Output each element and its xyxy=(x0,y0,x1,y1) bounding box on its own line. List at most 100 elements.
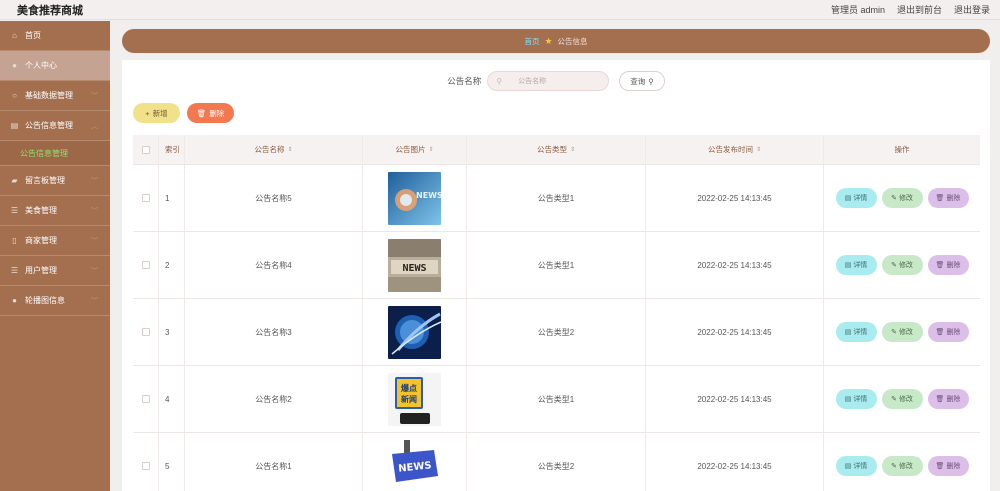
edit-button[interactable]: ✎ 修改 xyxy=(881,188,923,208)
pencil-icon: ✎ xyxy=(891,195,897,202)
notice-thumbnail[interactable] xyxy=(388,305,441,359)
trash-icon: 🗑 xyxy=(935,463,945,470)
top-bar: 美食推荐商城 管理员 admin 退出到前台 退出登录 xyxy=(0,0,1000,20)
edit-button-label: 修改 xyxy=(898,262,913,269)
sidebar-item-notice[interactable]: ▤ 公告信息管理 ︿ xyxy=(0,111,110,141)
row-image-cell: NEWS xyxy=(363,232,467,298)
notice-thumbnail[interactable]: NEWS xyxy=(388,171,441,225)
select-all-checkbox[interactable] xyxy=(141,145,150,154)
search-icon: ⚲ xyxy=(648,76,654,86)
notice-thumbnail[interactable]: NEWS xyxy=(388,238,441,292)
row-name: 公告名称3 xyxy=(185,299,363,365)
sidebar-item-profile[interactable]: ● 个人中心 xyxy=(0,51,110,81)
row-type: 公告类型1 xyxy=(467,165,646,231)
row-name: 公告名称5 xyxy=(185,165,363,231)
search-button[interactable]: 查询 ⚲ xyxy=(619,71,665,91)
chevron-down-icon: ﹀ xyxy=(91,93,98,100)
sort-icon: ⇕ xyxy=(569,147,576,153)
pencil-icon: ✎ xyxy=(891,396,897,403)
breadcrumb-current: 公告信息 xyxy=(557,36,588,46)
carousel-icon: ● xyxy=(12,296,17,305)
notice-icon: ▤ xyxy=(10,121,19,130)
star-icon: ★ xyxy=(544,35,553,46)
row-checkbox[interactable] xyxy=(141,462,150,470)
edit-button[interactable]: ✎ 修改 xyxy=(881,255,923,275)
row-checkbox[interactable] xyxy=(141,194,150,202)
header-name[interactable]: 公告名称 ⇕ xyxy=(185,135,363,164)
row-type: 公告类型1 xyxy=(467,366,646,432)
batch-delete-button[interactable]: 🗑 删除 xyxy=(187,103,234,123)
row-checkbox-cell xyxy=(133,232,159,298)
header-index-label: 索引 xyxy=(165,145,180,154)
notice-thumbnail[interactable]: NEWS xyxy=(388,439,441,491)
chevron-down-icon: ﹀ xyxy=(91,208,98,215)
exit-front-link[interactable]: 退出到前台 xyxy=(897,3,942,16)
row-ops: ▤ 详情 ✎ 修改 🗑 删除 xyxy=(824,366,980,432)
row-name: 公告名称4 xyxy=(185,232,363,298)
doc-icon: ▤ xyxy=(844,195,852,202)
notice-table: 索引 公告名称 ⇕ 公告图片 ⇕ 公告类型 ⇕ 公告发布时间 ⇕ 操作 1 公告名称5 … xyxy=(133,135,980,491)
detail-button[interactable]: ▤ 详情 xyxy=(835,255,877,275)
header-ops-label: 操作 xyxy=(894,145,910,154)
row-image-cell: NEWS xyxy=(363,433,467,491)
row-checkbox-cell xyxy=(133,366,159,432)
search-label: 公告名称 xyxy=(447,76,482,86)
pencil-icon: ✎ xyxy=(891,262,897,269)
table-row: 5 公告名称1 NEWS 公告类型2 2022-02-25 14:13:45 ▤… xyxy=(133,433,980,491)
logout-link[interactable]: 退出登录 xyxy=(954,3,990,16)
header-time[interactable]: 公告发布时间 ⇕ xyxy=(646,135,824,164)
sidebar-item-shop[interactable]: ▯ 商家管理 ﹀ xyxy=(0,226,110,256)
row-type: 公告类型2 xyxy=(467,299,646,365)
detail-button[interactable]: ▤ 详情 xyxy=(835,188,877,208)
header-type-label: 公告类型 xyxy=(536,145,567,154)
row-time: 2022-02-25 14:13:45 xyxy=(646,232,824,298)
breadcrumb-home[interactable]: 首页 xyxy=(524,36,539,47)
header-image[interactable]: 公告图片 ⇕ xyxy=(363,135,467,164)
detail-button[interactable]: ▤ 详情 xyxy=(835,322,877,342)
food-icon: ☰ xyxy=(10,206,19,215)
sidebar-item-label: 基础数据管理 xyxy=(25,91,73,100)
pencil-icon: ✎ xyxy=(891,329,897,336)
doc-icon: ▤ xyxy=(844,329,852,336)
table-row: 1 公告名称5 NEWS 公告类型1 2022-02-25 14:13:45 ▤… xyxy=(133,165,980,232)
edit-button[interactable]: ✎ 修改 xyxy=(881,389,923,409)
detail-button[interactable]: ▤ 详情 xyxy=(835,456,877,476)
edit-button[interactable]: ✎ 修改 xyxy=(881,456,923,476)
delete-button[interactable]: 🗑 删除 xyxy=(927,389,969,409)
edit-button-label: 修改 xyxy=(898,396,913,403)
chevron-up-icon: ︿ xyxy=(91,123,98,130)
sidebar-subitem-notice-manage[interactable]: 公告信息管理 xyxy=(0,141,110,166)
notice-thumbnail[interactable]: 爆点 新闻 xyxy=(388,372,441,426)
row-index: 5 xyxy=(159,433,185,491)
thumb-text: 爆点 xyxy=(401,383,417,393)
delete-button[interactable]: 🗑 删除 xyxy=(927,322,969,342)
sidebar-item-food[interactable]: ☰ 美食管理 ﹀ xyxy=(0,196,110,226)
sort-icon: ⇕ xyxy=(428,147,434,153)
row-checkbox[interactable] xyxy=(141,328,150,336)
search-input[interactable]: ⚲ 公告名称 xyxy=(487,71,610,91)
delete-button[interactable]: 🗑 删除 xyxy=(927,188,969,208)
edit-button[interactable]: ✎ 修改 xyxy=(881,322,923,342)
row-checkbox[interactable] xyxy=(141,395,150,403)
detail-button-label: 详情 xyxy=(853,329,868,336)
chevron-down-icon: ﹀ xyxy=(91,178,98,185)
shop-icon: ▯ xyxy=(12,236,17,245)
sidebar-item-home[interactable]: ⌂ 首页 xyxy=(0,21,110,51)
delete-button[interactable]: 🗑 删除 xyxy=(927,255,969,275)
row-checkbox[interactable] xyxy=(141,261,150,269)
thumb-text: NEWS xyxy=(416,191,441,200)
header-type[interactable]: 公告类型 ⇕ xyxy=(467,135,646,164)
sidebar-item-base-data[interactable]: ○ 基础数据管理 ﹀ xyxy=(0,81,110,111)
sidebar-item-carousel[interactable]: ● 轮播图信息 ﹀ xyxy=(0,286,110,316)
sidebar-item-users[interactable]: ☰ 用户管理 ﹀ xyxy=(0,256,110,286)
delete-button-label: 删除 xyxy=(946,463,961,470)
sidebar-item-label: 首页 xyxy=(25,31,41,40)
home-icon: ⌂ xyxy=(12,31,17,40)
add-button[interactable]: + 新增 xyxy=(133,103,180,123)
detail-button[interactable]: ▤ 详情 xyxy=(835,389,877,409)
sidebar-item-label: 公告信息管理 xyxy=(25,121,73,130)
delete-button-label: 删除 xyxy=(209,108,225,118)
sidebar-item-message[interactable]: ▰ 留言板管理 ﹀ xyxy=(0,166,110,196)
delete-button[interactable]: 🗑 删除 xyxy=(927,456,969,476)
search-placeholder: 公告名称 xyxy=(518,78,547,85)
